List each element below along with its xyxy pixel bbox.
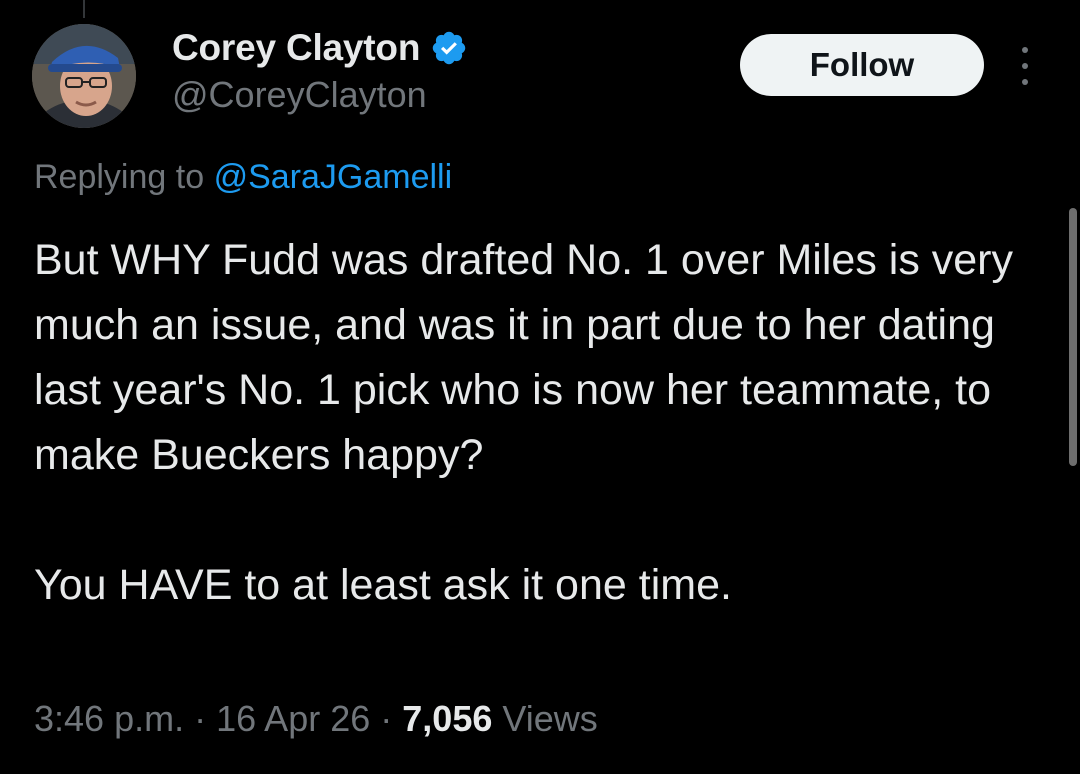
meta-separator: · — [194, 698, 207, 739]
avatar-photo-icon — [32, 24, 136, 128]
scrollbar-thumb[interactable] — [1069, 208, 1077, 466]
tweet-paragraph: But WHY Fudd was drafted No. 1 over Mile… — [34, 236, 1014, 479]
reply-mention-link[interactable]: @SaraJGamelli — [214, 158, 453, 196]
reply-context: Replying to @SaraJGamelli — [34, 158, 452, 197]
tweet-paragraph: You HAVE to at least ask it one time. — [34, 561, 732, 609]
views-label[interactable]: Views — [502, 698, 597, 739]
tweet-time[interactable]: 3:46 p.m. — [34, 698, 184, 739]
tweet-body: But WHY Fudd was drafted No. 1 over Mile… — [34, 228, 1044, 618]
more-vertical-icon-dot — [1022, 79, 1028, 85]
views-count[interactable]: 7,056 — [402, 698, 492, 739]
more-vertical-icon-dot — [1022, 63, 1028, 69]
author-name-row[interactable]: Corey Clayton — [172, 24, 468, 72]
tweet-date[interactable]: 16 Apr 26 — [216, 698, 370, 739]
follow-button[interactable]: Follow — [740, 34, 984, 96]
more-vertical-icon — [1022, 47, 1028, 53]
author-handle[interactable]: @CoreyClayton — [172, 74, 427, 116]
reply-prefix: Replying to — [34, 158, 205, 196]
more-options-button[interactable] — [1010, 44, 1040, 88]
author-avatar[interactable] — [32, 24, 136, 128]
thread-connector-line — [83, 0, 85, 18]
tweet-meta: 3:46 p.m. · 16 Apr 26 · 7,056 Views — [34, 698, 598, 740]
author-display-name[interactable]: Corey Clayton — [172, 27, 420, 69]
meta-separator: · — [380, 698, 393, 739]
verified-badge-icon — [433, 31, 466, 65]
